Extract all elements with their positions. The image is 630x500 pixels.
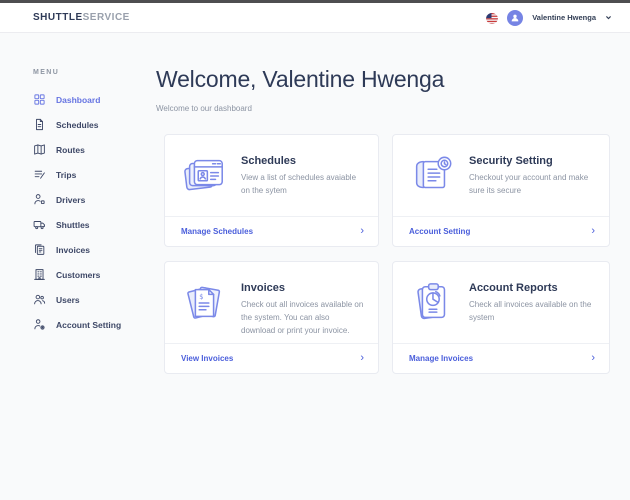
- dashboard-cards: Schedules View a list of schedules avaia…: [164, 134, 614, 374]
- invoice-copy-icon: [33, 243, 46, 256]
- card-body: Account Reports Check all invoices avail…: [393, 262, 609, 343]
- shuttle-bus-icon: [33, 218, 46, 231]
- svg-text:$: $: [199, 293, 203, 301]
- card-description: Check all invoices available on the syst…: [469, 299, 595, 325]
- building-icon: [33, 268, 46, 281]
- card-security-setting: Security Setting Checkout your account a…: [392, 134, 610, 247]
- sidebar-item-label: Users: [56, 295, 80, 305]
- sidebar-item-label: Account Setting: [56, 320, 121, 330]
- sidebar-item-label: Customers: [56, 270, 100, 280]
- chevron-right-icon: ›: [360, 226, 364, 237]
- card-body: Schedules View a list of schedules avaia…: [165, 135, 378, 216]
- sidebar-item-label: Trips: [56, 170, 76, 180]
- sidebar-item-label: Dashboard: [56, 95, 100, 105]
- logo-primary: SHUTTLE: [33, 12, 83, 23]
- card-text: Account Reports Check all invoices avail…: [469, 275, 595, 343]
- driver-person-icon: [33, 193, 46, 206]
- menu-section-label: MENU: [33, 69, 152, 76]
- card-text: Invoices Check out all invoices availabl…: [241, 275, 364, 343]
- card-title: Schedules: [241, 155, 364, 167]
- us-flag-icon[interactable]: [486, 12, 498, 24]
- trip-list-icon: [33, 168, 46, 181]
- account-setting-action[interactable]: Account Setting ›: [393, 216, 609, 246]
- sidebar-item-label: Invoices: [56, 245, 90, 255]
- card-schedules: Schedules View a list of schedules avaia…: [164, 134, 379, 247]
- sidebar-item-shuttles[interactable]: Shuttles: [33, 212, 152, 237]
- sidebar: MENU Dashboard Schedules Routes Trips: [0, 33, 152, 499]
- card-account-reports: Account Reports Check all invoices avail…: [392, 261, 610, 374]
- app-logo[interactable]: SHUTTLESERVICE: [33, 12, 130, 23]
- chevron-right-icon: ›: [591, 226, 595, 237]
- user-name[interactable]: Valentine Hwenga: [532, 13, 596, 22]
- main-content: Welcome, Valentine Hwenga Welcome to our…: [152, 33, 630, 499]
- sidebar-item-label: Routes: [56, 145, 85, 155]
- map-icon: [33, 143, 46, 156]
- card-description: Check out all invoices available on the …: [241, 299, 364, 337]
- card-title: Security Setting: [469, 155, 595, 167]
- sidebar-item-customers[interactable]: Customers: [33, 262, 152, 287]
- sidebar-item-dashboard[interactable]: Dashboard: [33, 87, 152, 112]
- card-body: $ Invoices Check out all invoices availa…: [165, 262, 378, 343]
- manage-schedules-action[interactable]: Manage Schedules ›: [165, 216, 378, 246]
- report-clipboard-icon: [409, 280, 455, 326]
- chevron-down-icon[interactable]: [605, 14, 612, 21]
- user-gear-icon: [33, 318, 46, 331]
- card-invoices: $ Invoices Check out all invoices availa…: [164, 261, 379, 374]
- card-body: Security Setting Checkout your account a…: [393, 135, 609, 216]
- header-user-area: Valentine Hwenga: [486, 10, 612, 26]
- view-invoices-action[interactable]: View Invoices ›: [165, 343, 378, 373]
- card-action-label[interactable]: Manage Invoices: [409, 354, 473, 363]
- card-action-label[interactable]: Account Setting: [409, 227, 470, 236]
- schedules-windows-icon: [181, 153, 227, 199]
- sidebar-item-schedules[interactable]: Schedules: [33, 112, 152, 137]
- document-icon: [33, 118, 46, 131]
- chevron-right-icon: ›: [591, 353, 595, 364]
- sidebar-item-routes[interactable]: Routes: [33, 137, 152, 162]
- page-title: Welcome, Valentine Hwenga: [156, 66, 614, 93]
- page-subtitle: Welcome to our dashboard: [156, 104, 614, 113]
- sidebar-item-account-setting[interactable]: Account Setting: [33, 312, 152, 337]
- sidebar-item-invoices[interactable]: Invoices: [33, 237, 152, 262]
- user-avatar[interactable]: [507, 10, 523, 26]
- sidebar-item-trips[interactable]: Trips: [33, 162, 152, 187]
- card-text: Security Setting Checkout your account a…: [469, 148, 595, 216]
- card-title: Account Reports: [469, 282, 595, 294]
- logo-secondary: SERVICE: [83, 12, 130, 23]
- manage-invoices-action[interactable]: Manage Invoices ›: [393, 343, 609, 373]
- card-title: Invoices: [241, 282, 364, 294]
- card-action-label[interactable]: Manage Schedules: [181, 227, 253, 236]
- sidebar-item-label: Drivers: [56, 195, 85, 205]
- sidebar-item-label: Schedules: [56, 120, 99, 130]
- top-header: SHUTTLESERVICE Valen: [0, 3, 630, 33]
- card-description: Checkout your account and make sure its …: [469, 172, 595, 198]
- card-description: View a list of schedules avaiable on the…: [241, 172, 364, 198]
- sidebar-item-label: Shuttles: [56, 220, 90, 230]
- chevron-right-icon: ›: [360, 353, 364, 364]
- users-group-icon: [33, 293, 46, 306]
- card-action-label[interactable]: View Invoices: [181, 354, 233, 363]
- security-document-icon: [409, 153, 455, 199]
- sidebar-item-users[interactable]: Users: [33, 287, 152, 312]
- sidebar-item-drivers[interactable]: Drivers: [33, 187, 152, 212]
- dashboard-icon: [33, 93, 46, 106]
- invoices-stack-icon: $: [181, 280, 227, 326]
- card-text: Schedules View a list of schedules avaia…: [241, 148, 364, 216]
